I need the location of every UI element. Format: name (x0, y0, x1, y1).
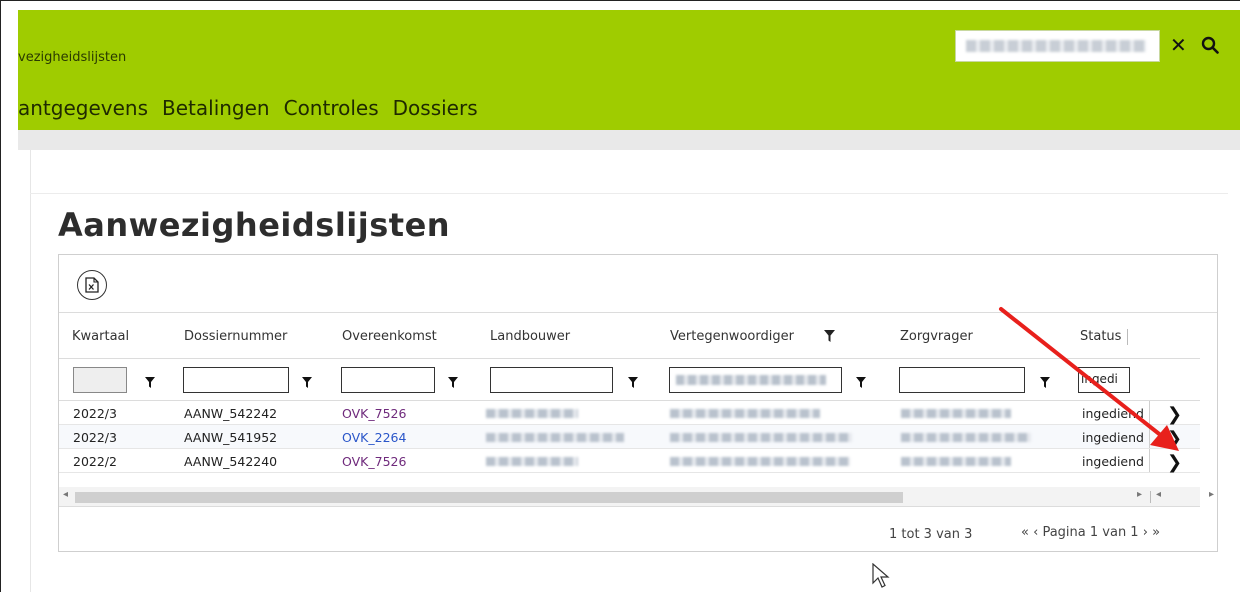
table-row[interactable]: 2022/2 AANW_542240 OVK_7526 ingediend ❯ (59, 449, 1200, 473)
row-open-chevron-icon[interactable]: ❯ (1167, 428, 1182, 449)
cell-zorgvrager-redacted (901, 457, 1011, 466)
nav-item-controles[interactable]: Controles (284, 96, 379, 120)
header-shadow-strip (18, 130, 1240, 150)
nav-item-dossiers[interactable]: Dossiers (393, 96, 478, 120)
scroll-right-icon[interactable]: ▸ (1137, 489, 1142, 500)
close-icon[interactable]: ✕ (1170, 35, 1187, 55)
pager-controls: « ‹ Pagina 1 van 1 › » (1021, 525, 1160, 540)
cell-dossiernummer: AANW_541952 (184, 430, 278, 445)
main-nav: antgegevens Betalingen Controles Dossier… (18, 96, 478, 120)
prev-page-button[interactable]: ‹ (1033, 525, 1038, 540)
divider (30, 193, 1228, 194)
cell-kwartaal: 2022/3 (73, 430, 117, 445)
page-indicator: Pagina 1 van 1 (1042, 525, 1139, 540)
column-divider (1149, 425, 1150, 448)
search-icon[interactable] (1201, 36, 1219, 54)
scroll-left-icon[interactable]: ◂ (1156, 489, 1161, 500)
cell-vertegenwoordiger-redacted (670, 433, 852, 442)
result-count: 1 tot 3 van 3 (889, 527, 973, 542)
filter-input-overeenkomst[interactable] (341, 367, 435, 393)
cell-vertegenwoordiger-redacted (670, 457, 850, 466)
app-title[interactable]: vezigheidslijsten (18, 50, 126, 65)
data-grid: Kwartaal Dossiernummer Overeenkomst Land… (58, 254, 1218, 552)
filter-input-status[interactable]: ingedi (1078, 367, 1130, 393)
search-text-redacted (966, 40, 1146, 52)
first-page-button[interactable]: « (1021, 525, 1029, 540)
cell-zorgvrager-redacted (901, 409, 1011, 418)
filter-input-landbouwer[interactable] (490, 367, 613, 393)
filter-input-dossiernummer[interactable] (183, 367, 289, 393)
table-row[interactable]: 2022/3 AANW_542242 OVK_7526 ingediend ❯ (59, 401, 1200, 425)
cell-landbouwer-redacted (486, 457, 578, 466)
mouse-cursor-icon (872, 563, 890, 588)
cell-overeenkomst-link[interactable]: OVK_2264 (342, 430, 406, 445)
pagination: 1 tot 3 van 3 « ‹ Pagina 1 van 1 › » (59, 507, 1219, 553)
filter-input-kwartaal[interactable] (73, 367, 127, 393)
filter-icon[interactable] (856, 377, 866, 388)
filter-icon[interactable] (448, 377, 458, 388)
active-filter-icon (824, 330, 835, 342)
cell-zorgvrager-redacted (901, 433, 1031, 442)
filter-icon[interactable] (628, 377, 638, 388)
scroll-left-icon[interactable]: ◂ (63, 489, 68, 500)
excel-export-button[interactable] (77, 270, 107, 300)
scrollbar-thumb[interactable] (75, 492, 903, 503)
cell-status: ingediend (1082, 430, 1144, 445)
cell-overeenkomst-link[interactable]: OVK_7526 (342, 454, 406, 469)
column-header-vertegenwoordiger[interactable]: Vertegenwoordiger (670, 329, 794, 344)
horizontal-scrollbar[interactable]: ◂ ▸ ◂ ▸ (59, 487, 1214, 507)
filter-icon[interactable] (302, 377, 312, 388)
last-page-button[interactable]: » (1152, 525, 1160, 540)
cell-dossiernummer: AANW_542242 (184, 406, 278, 421)
app-header: vezigheidslijsten ✕ antgegevens Betaling… (18, 10, 1240, 130)
column-header-status[interactable]: Status (1080, 329, 1121, 344)
filter-icon[interactable] (145, 377, 155, 388)
grid-filter-row: ingedi (59, 359, 1200, 401)
cell-status: ingediend (1082, 406, 1144, 421)
table-row[interactable]: 2022/3 AANW_541952 OVK_2264 ingediend ❯ (59, 425, 1200, 449)
column-header-kwartaal[interactable]: Kwartaal (72, 329, 129, 344)
search-input[interactable] (955, 30, 1160, 62)
cell-overeenkomst-link[interactable]: OVK_7526 (342, 406, 406, 421)
cell-vertegenwoordiger-redacted (670, 409, 820, 418)
grid-toolbar (59, 255, 1217, 313)
filter-input-vertegenwoordiger[interactable] (669, 367, 842, 393)
cell-landbouwer-redacted (486, 409, 578, 418)
nav-item-klantgegevens[interactable]: antgegevens (18, 96, 148, 120)
scroll-right-icon[interactable]: ▸ (1209, 489, 1214, 500)
scrollbar-split (1150, 491, 1151, 503)
page-title: Aanwezigheidslijsten (58, 206, 451, 244)
cell-kwartaal: 2022/3 (73, 406, 117, 421)
cell-landbouwer-redacted (486, 433, 624, 442)
filter-value-redacted (676, 375, 826, 385)
grid-header-row: Kwartaal Dossiernummer Overeenkomst Land… (59, 313, 1200, 359)
row-open-chevron-icon[interactable]: ❯ (1167, 452, 1182, 473)
nav-item-betalingen[interactable]: Betalingen (162, 96, 270, 120)
cell-status: ingediend (1082, 454, 1144, 469)
column-header-overeenkomst[interactable]: Overeenkomst (342, 329, 437, 344)
cell-kwartaal: 2022/2 (73, 454, 117, 469)
cell-dossiernummer: AANW_542240 (184, 454, 278, 469)
filter-input-zorgvrager[interactable] (899, 367, 1025, 393)
column-divider (1149, 449, 1150, 472)
row-open-chevron-icon[interactable]: ❯ (1167, 404, 1182, 425)
column-divider (1149, 401, 1150, 424)
column-header-landbouwer[interactable]: Landbouwer (490, 329, 570, 344)
column-header-zorgvrager[interactable]: Zorgvrager (900, 329, 973, 344)
next-page-button[interactable]: › (1143, 525, 1148, 540)
excel-icon (85, 277, 99, 293)
column-resize-handle[interactable] (1127, 329, 1128, 345)
column-header-dossiernummer[interactable]: Dossiernummer (184, 329, 287, 344)
filter-icon[interactable] (1040, 377, 1050, 388)
